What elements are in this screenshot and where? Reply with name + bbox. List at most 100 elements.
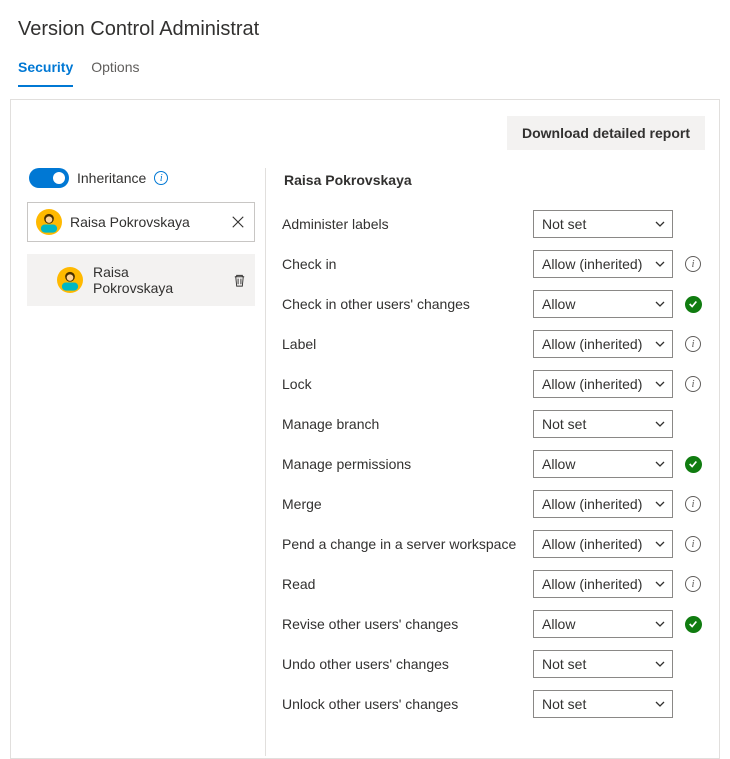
permission-select[interactable]: Not set — [533, 210, 673, 238]
close-icon[interactable] — [230, 214, 246, 230]
permission-select-value: Allow (inherited) — [542, 576, 642, 592]
permission-label: Pend a change in a server workspace — [282, 536, 533, 552]
topbar: Download detailed report — [11, 100, 719, 150]
info-icon[interactable]: i — [154, 171, 168, 185]
permission-select-value: Not set — [542, 656, 586, 672]
permission-select[interactable]: Allow — [533, 290, 673, 318]
info-icon[interactable]: i — [685, 496, 701, 512]
permission-select-value: Allow (inherited) — [542, 256, 642, 272]
check-icon — [685, 296, 702, 313]
permission-select-value: Allow (inherited) — [542, 496, 642, 512]
permission-select[interactable]: Not set — [533, 410, 673, 438]
chevron-down-icon — [654, 218, 666, 230]
chevron-down-icon — [654, 458, 666, 470]
permission-status: i — [681, 576, 705, 592]
permission-select[interactable]: Allow — [533, 610, 673, 638]
permission-select[interactable]: Allow (inherited) — [533, 250, 673, 278]
tab-options[interactable]: Options — [91, 55, 139, 87]
inheritance-label: Inheritance — [77, 170, 146, 186]
permission-label: Lock — [282, 376, 533, 392]
permission-row: Check in other users' changes Allow — [282, 290, 705, 318]
permission-select-value: Allow — [542, 296, 575, 312]
user-list-item[interactable]: Raisa Pokrovskaya — [27, 254, 255, 306]
permission-select[interactable]: Allow (inherited) — [533, 490, 673, 518]
chevron-down-icon — [654, 538, 666, 550]
permission-select[interactable]: Allow — [533, 450, 673, 478]
chevron-down-icon — [654, 378, 666, 390]
permission-select-value: Not set — [542, 216, 586, 232]
permission-select[interactable]: Allow (inherited) — [533, 330, 673, 358]
permission-status — [681, 296, 705, 313]
permission-label: Check in — [282, 256, 533, 272]
permission-select[interactable]: Not set — [533, 690, 673, 718]
permission-row: Merge Allow (inherited) i — [282, 490, 705, 518]
info-icon[interactable]: i — [685, 376, 701, 392]
permission-row: LabelAllow (inherited)i — [282, 330, 705, 358]
permission-select[interactable]: Allow (inherited) — [533, 570, 673, 598]
chevron-down-icon — [654, 618, 666, 630]
user-card-name: Raisa Pokrovskaya — [70, 214, 190, 230]
permission-label: Manage branch — [282, 416, 533, 432]
chevron-down-icon — [654, 578, 666, 590]
user-search-card[interactable]: Raisa Pokrovskaya — [27, 202, 255, 242]
sidebar: Inheritance i Raisa Pokrovskaya Raisa Po… — [11, 168, 266, 756]
chevron-down-icon — [654, 498, 666, 510]
info-icon[interactable]: i — [685, 256, 701, 272]
permissions-list: Administer labels Not set Check in Allow (i… — [282, 210, 705, 718]
chevron-down-icon — [654, 418, 666, 430]
permission-status — [681, 616, 705, 633]
info-icon[interactable]: i — [685, 336, 701, 352]
permission-label: Unlock other users' changes — [282, 696, 533, 712]
permission-row: Unlock other users' changesNot set — [282, 690, 705, 718]
permission-row: Lock Allow (inherited) i — [282, 370, 705, 398]
permission-label: Manage permissions — [282, 456, 533, 472]
permission-label: Administer labels — [282, 216, 533, 232]
avatar — [36, 209, 62, 235]
tab-security[interactable]: Security — [18, 55, 73, 87]
permission-status: i — [681, 536, 705, 552]
chevron-down-icon — [654, 658, 666, 670]
permissions-main: Raisa Pokrovskaya Administer labels Not s… — [266, 168, 719, 756]
page-title: Version Control Administrat — [0, 0, 730, 41]
permission-row: Administer labels Not set — [282, 210, 705, 238]
permission-select[interactable]: Allow (inherited) — [533, 530, 673, 558]
chevron-down-icon — [654, 258, 666, 270]
permission-row: Check in Allow (inherited) i — [282, 250, 705, 278]
permission-label: Merge — [282, 496, 533, 512]
inheritance-row: Inheritance i — [27, 168, 255, 188]
permission-label: Check in other users' changes — [282, 296, 533, 312]
check-icon — [685, 456, 702, 473]
permission-select-value: Allow (inherited) — [542, 336, 642, 352]
info-icon[interactable]: i — [685, 576, 701, 592]
permission-status — [681, 456, 705, 473]
permission-select-value: Allow (inherited) — [542, 376, 642, 392]
content: Inheritance i Raisa Pokrovskaya Raisa Po… — [11, 168, 719, 756]
permission-select[interactable]: Allow (inherited) — [533, 370, 673, 398]
inheritance-toggle[interactable] — [29, 168, 69, 188]
permission-row: Undo other users' changesNot set — [282, 650, 705, 678]
permission-select-value: Allow — [542, 456, 575, 472]
permission-select-value: Allow — [542, 616, 575, 632]
permission-select-value: Allow (inherited) — [542, 536, 642, 552]
avatar — [57, 267, 83, 293]
tabs: Security Options — [0, 41, 730, 87]
permission-select[interactable]: Not set — [533, 650, 673, 678]
info-icon[interactable]: i — [685, 536, 701, 552]
selected-user-title: Raisa Pokrovskaya — [284, 172, 705, 188]
permission-select-value: Not set — [542, 416, 586, 432]
trash-icon[interactable] — [231, 272, 247, 288]
permission-row: Manage branch Not set — [282, 410, 705, 438]
permission-status: i — [681, 376, 705, 392]
permission-status: i — [681, 496, 705, 512]
chevron-down-icon — [654, 298, 666, 310]
permission-row: Revise other users' changes Allow — [282, 610, 705, 638]
permission-row: Pend a change in a server workspace Allow… — [282, 530, 705, 558]
chevron-down-icon — [654, 338, 666, 350]
permission-status: i — [681, 336, 705, 352]
user-row-name: Raisa Pokrovskaya — [93, 264, 211, 296]
download-detailed-report-button[interactable]: Download detailed report — [507, 116, 705, 150]
permission-label: Revise other users' changes — [282, 616, 533, 632]
permission-label: Read — [282, 576, 533, 592]
chevron-down-icon — [654, 698, 666, 710]
security-panel: Download detailed report Inheritance i R… — [10, 99, 720, 759]
